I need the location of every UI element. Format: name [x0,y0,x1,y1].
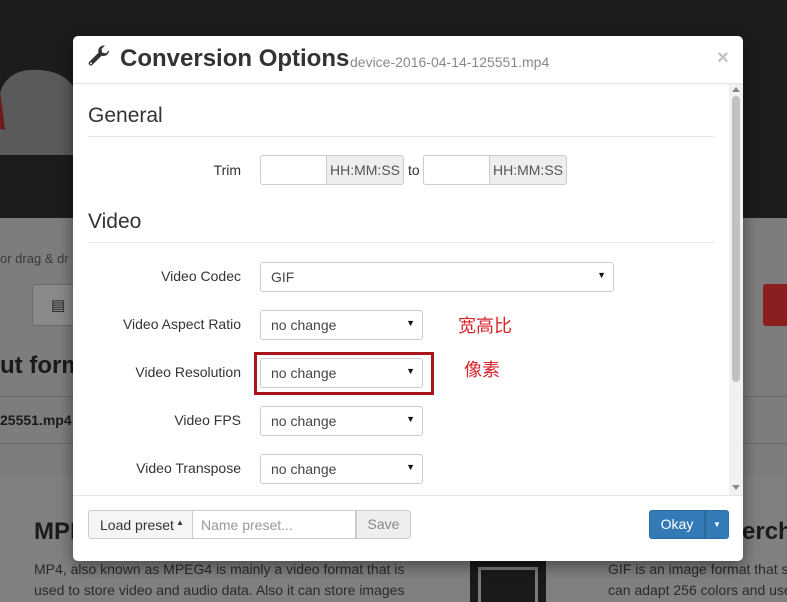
background-file-button: ▤ [32,284,76,326]
background-gif-text: GIF is an image format that su can adapt… [608,559,787,601]
preset-name-input[interactable] [193,510,356,539]
modal-body: General Trim HH:MM:SS to HH:MM:SS Video … [73,84,743,495]
conversion-options-modal: Conversion Options device-2016-04-14-125… [73,36,743,561]
caret-down-icon: ▼ [406,414,415,424]
save-preset-button[interactable]: Save [356,510,411,539]
modal-title: Conversion Options [120,45,350,72]
modal-header: Conversion Options device-2016-04-14-125… [73,36,743,84]
background-filename: 25551.mp4 [0,412,72,428]
video-aspect-ratio-label: Video Aspect Ratio [122,316,241,332]
trim-end-format: HH:MM:SS [489,155,567,185]
section-divider [88,242,714,243]
resolution-annotation: 像素 [464,360,500,380]
file-icon: ▤ [51,297,66,314]
section-divider [88,136,714,137]
okay-button[interactable]: Okay [649,510,705,539]
video-fps-label: Video FPS [174,412,241,428]
background-hint: or drag & dr [0,251,69,266]
video-codec-value: GIF [271,269,295,285]
aspect-ratio-annotation: 宽高比 [458,316,512,336]
thumbnail-frame [478,567,538,602]
trim-label: Trim [213,162,241,178]
background-heading: ut form [0,352,83,379]
load-preset-label: Load preset [100,517,174,533]
video-transpose-select[interactable]: no change ▼ [260,454,423,484]
video-transpose-label: Video Transpose [136,460,241,476]
video-resolution-label: Video Resolution [135,364,241,380]
video-codec-label: Video Codec [161,268,241,284]
background-thumbnail [470,555,546,602]
section-video-title: Video [88,210,142,233]
caret-down-icon: ▼ [597,270,606,280]
video-aspect-ratio-value: no change [271,317,337,333]
background-right-title: erch [742,518,787,545]
scroll-up-icon[interactable] [732,87,740,92]
scroll-down-icon[interactable] [732,485,740,490]
caret-down-icon: ▼ [713,520,721,529]
video-codec-select[interactable]: GIF ▼ [260,262,614,292]
video-fps-select[interactable]: no change ▼ [260,406,423,436]
background-mpeg-text: MP4, also known as MPEG4 is mainly a vid… [34,561,405,598]
okay-dropdown-toggle[interactable]: ▼ [705,510,729,539]
scroll-thumb[interactable] [732,96,740,382]
wrench-icon [88,45,110,66]
resolution-highlight-box [254,352,434,395]
caret-down-icon: ▼ [406,318,415,328]
trim-to-label: to [408,162,420,178]
load-preset-button[interactable]: Load preset ▲ [88,510,193,539]
trim-end-input[interactable] [423,155,490,185]
close-button[interactable]: × [717,47,729,70]
video-aspect-ratio-select[interactable]: no change ▼ [260,310,423,340]
gif-text-line: can adapt 256 colors and uses [608,582,787,598]
caret-up-icon: ▲ [176,518,184,527]
modal-filename: device-2016-04-14-125551.mp4 [350,54,550,70]
trim-start-input[interactable] [260,155,327,185]
modal-scrollbar[interactable] [729,84,743,495]
section-general-title: General [88,104,163,127]
modal-footer: Load preset ▲ Save Okay ▼ [73,495,743,561]
gif-text-line: GIF is an image format that su [608,561,787,577]
video-fps-value: no change [271,413,337,429]
video-transpose-value: no change [271,461,337,477]
trim-start-format: HH:MM:SS [326,155,404,185]
caret-down-icon: ▼ [406,462,415,472]
background-convert-button [763,284,787,326]
